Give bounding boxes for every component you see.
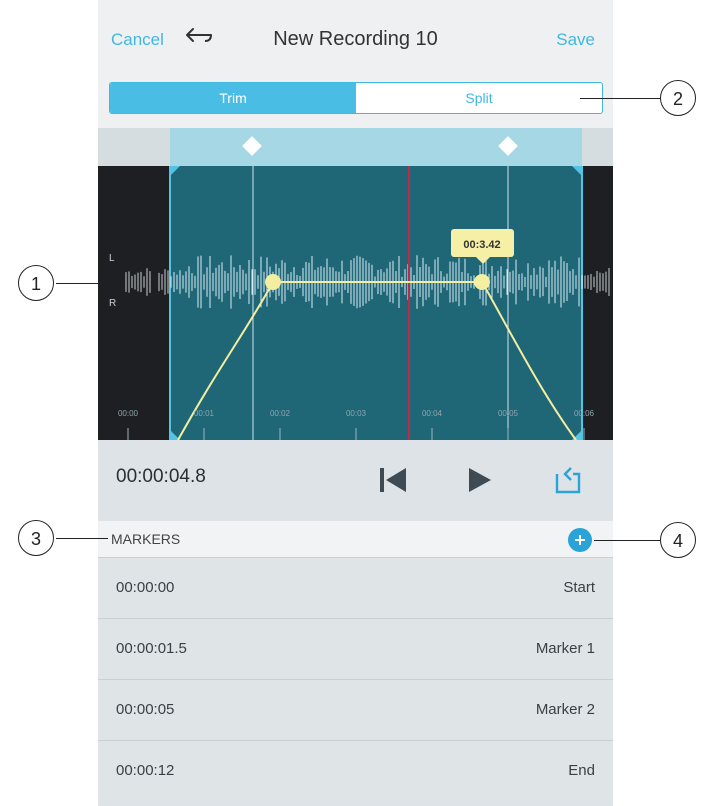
callout-line-2 (580, 98, 662, 99)
time-tooltip: 00:3.42 (463, 239, 500, 251)
fade-in-point[interactable] (265, 274, 281, 290)
mode-segmented-control: Trim Split (109, 82, 603, 114)
callout-line-1 (56, 283, 104, 284)
marker-time: 00:00:12 (116, 762, 175, 779)
marker-name: Start (563, 579, 595, 596)
tab-trim[interactable]: Trim (110, 83, 356, 113)
callout-line-4 (594, 540, 662, 541)
marker-name: End (568, 762, 595, 779)
ruler-tick-label: 00:05 (498, 409, 519, 418)
callout-4: 4 (660, 522, 696, 558)
plus-icon (575, 535, 585, 545)
trim-handle-bar[interactable] (170, 128, 582, 166)
callout-2: 2 (660, 80, 696, 116)
marker-name: Marker 2 (535, 701, 595, 718)
marker-row[interactable]: 00:00:12 End (98, 740, 613, 801)
save-button[interactable]: Save (556, 30, 595, 50)
ruler-tick-label: 00:06 (574, 409, 595, 418)
marker-row[interactable]: 00:00:00 Start (98, 557, 613, 618)
loop-icon[interactable] (547, 460, 587, 500)
callout-1: 1 (18, 265, 54, 301)
marker-row[interactable]: 00:00:01.5 Marker 1 (98, 618, 613, 679)
ruler-tick-label: 00:04 (422, 409, 443, 418)
skip-back-icon[interactable] (376, 460, 410, 500)
callout-3: 3 (18, 520, 54, 556)
fade-out-point[interactable] (474, 274, 490, 290)
marker-name: Marker 1 (535, 640, 595, 657)
add-marker-button[interactable] (568, 528, 592, 552)
marker-time: 00:00:01.5 (116, 640, 187, 657)
top-bar: Cancel New Recording 10 Save (98, 0, 613, 78)
ruler-tick-label: 00:03 (346, 409, 367, 418)
phone-screen: Cancel New Recording 10 Save Trim Split … (98, 0, 613, 806)
ruler-tick-label: 00:00 (118, 409, 139, 418)
markers-header-label: MARKERS (111, 531, 181, 547)
current-time: 00:00:04.8 (116, 466, 206, 487)
channel-left-label: L (109, 253, 115, 264)
ruler-tick-label: 00:01 (194, 409, 215, 418)
channel-right-label: R (109, 298, 116, 309)
tab-split[interactable]: Split (356, 83, 602, 113)
markers-header: MARKERS (98, 521, 613, 557)
waveform-editor[interactable]: 00:3.42 L R 00:00 00:01 00:02 00:03 00:04 00:… (98, 128, 613, 440)
play-icon[interactable] (465, 460, 495, 500)
marker-row[interactable]: 00:00:05 Marker 2 (98, 679, 613, 740)
marker-time: 00:00:05 (116, 701, 175, 718)
callout-line-3 (56, 538, 108, 539)
marker-time: 00:00:00 (116, 579, 175, 596)
selection-region (170, 166, 582, 440)
ruler-tick-label: 00:02 (270, 409, 291, 418)
page-title: New Recording 10 (273, 28, 438, 50)
